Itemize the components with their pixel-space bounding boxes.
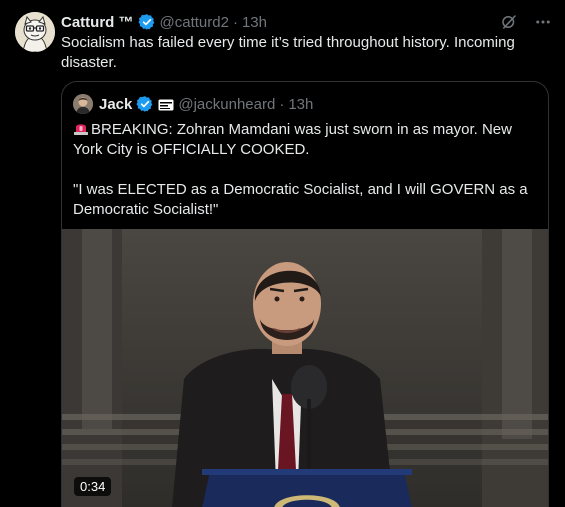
video-player[interactable]: 0:34 [62,229,548,507]
timestamp[interactable]: 13h [242,14,267,31]
affiliate-badge-icon [158,98,174,111]
tweet-text: Socialism has failed every time it’s tri… [61,34,515,71]
verified-badge-icon[interactable] [137,13,156,31]
author-handle[interactable]: @catturd2 [160,14,229,31]
video-duration: 0:34 [74,477,112,496]
author-display-name[interactable]: Catturd ™ [61,14,134,31]
quoted-display-name: Jack [99,95,133,113]
grok-icon[interactable] [499,12,519,32]
tweet[interactable]: Catturd ™ @catturd2 · 13h Socialism has … [0,0,565,507]
separator-dot: · [279,95,285,113]
quoted-text-paragraph-2: "I was ELECTED as a Democratic Socialist… [73,181,528,218]
more-icon[interactable] [533,12,553,32]
quoted-tweet[interactable]: Jack @jackunheard · 13h BREAKING: Zohran… [61,81,549,507]
quoted-avatar [73,94,93,114]
avatar[interactable] [15,12,55,52]
author-row: Catturd ™ @catturd2 · 13h [61,12,553,32]
verified-badge-icon [136,95,154,113]
quoted-text-paragraph-1: BREAKING: Zohran Mamdani was just sworn … [73,120,539,160]
quoted-timestamp: 13h [288,95,314,113]
quoted-handle: @jackunheard [178,95,276,113]
siren-emoji-icon [73,120,89,136]
quoted-text: BREAKING: Zohran Mamdani was just sworn … [73,120,539,220]
video-frame [62,229,548,507]
quoted-author-row: Jack @jackunheard · 13h [73,94,313,114]
breaking-text: BREAKING: Zohran Mamdani was just sworn … [73,121,512,158]
separator-dot: · [232,13,238,31]
